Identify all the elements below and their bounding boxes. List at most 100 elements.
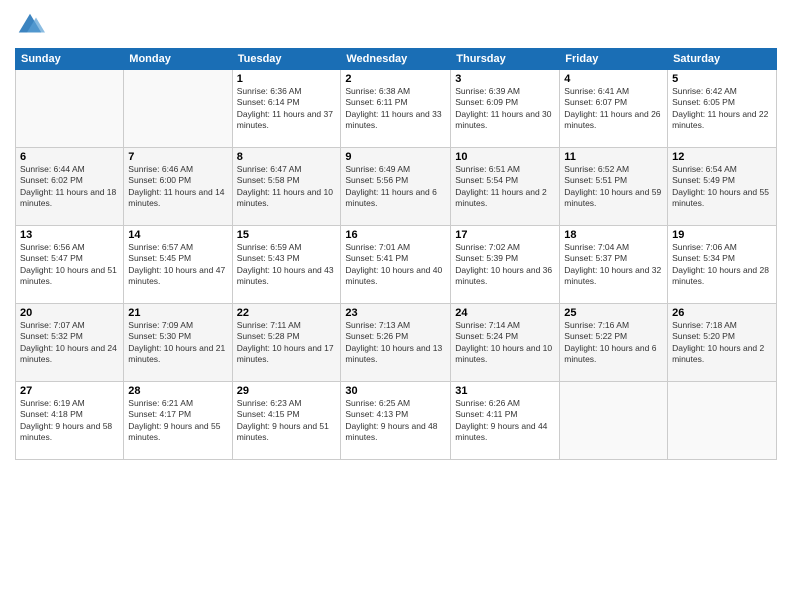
day-cell: 20Sunrise: 7:07 AM Sunset: 5:32 PM Dayli… (16, 304, 124, 382)
week-row-1: 1Sunrise: 6:36 AM Sunset: 6:14 PM Daylig… (16, 70, 777, 148)
day-info: Sunrise: 6:23 AM Sunset: 4:15 PM Dayligh… (237, 398, 337, 444)
week-row-4: 20Sunrise: 7:07 AM Sunset: 5:32 PM Dayli… (16, 304, 777, 382)
day-cell: 12Sunrise: 6:54 AM Sunset: 5:49 PM Dayli… (668, 148, 777, 226)
day-cell: 29Sunrise: 6:23 AM Sunset: 4:15 PM Dayli… (232, 382, 341, 460)
day-info: Sunrise: 6:59 AM Sunset: 5:43 PM Dayligh… (237, 242, 337, 288)
day-info: Sunrise: 7:16 AM Sunset: 5:22 PM Dayligh… (564, 320, 663, 366)
day-number: 14 (128, 229, 227, 241)
calendar-table: SundayMondayTuesdayWednesdayThursdayFrid… (15, 48, 777, 460)
day-cell (16, 70, 124, 148)
col-header-saturday: Saturday (668, 49, 777, 70)
day-number: 25 (564, 307, 663, 319)
col-header-sunday: Sunday (16, 49, 124, 70)
day-info: Sunrise: 6:51 AM Sunset: 5:54 PM Dayligh… (455, 164, 555, 210)
day-cell: 14Sunrise: 6:57 AM Sunset: 5:45 PM Dayli… (124, 226, 232, 304)
day-info: Sunrise: 7:18 AM Sunset: 5:20 PM Dayligh… (672, 320, 772, 366)
day-number: 15 (237, 229, 337, 241)
day-number: 9 (345, 151, 446, 163)
col-header-wednesday: Wednesday (341, 49, 451, 70)
day-info: Sunrise: 6:49 AM Sunset: 5:56 PM Dayligh… (345, 164, 446, 210)
header (15, 10, 777, 40)
day-info: Sunrise: 6:38 AM Sunset: 6:11 PM Dayligh… (345, 86, 446, 132)
day-info: Sunrise: 6:19 AM Sunset: 4:18 PM Dayligh… (20, 398, 119, 444)
logo (15, 10, 49, 40)
page: SundayMondayTuesdayWednesdayThursdayFrid… (0, 0, 792, 612)
day-number: 3 (455, 73, 555, 85)
day-cell: 18Sunrise: 7:04 AM Sunset: 5:37 PM Dayli… (560, 226, 668, 304)
day-number: 11 (564, 151, 663, 163)
day-info: Sunrise: 6:42 AM Sunset: 6:05 PM Dayligh… (672, 86, 772, 132)
header-row: SundayMondayTuesdayWednesdayThursdayFrid… (16, 49, 777, 70)
day-cell: 17Sunrise: 7:02 AM Sunset: 5:39 PM Dayli… (451, 226, 560, 304)
week-row-3: 13Sunrise: 6:56 AM Sunset: 5:47 PM Dayli… (16, 226, 777, 304)
day-info: Sunrise: 6:25 AM Sunset: 4:13 PM Dayligh… (345, 398, 446, 444)
day-number: 1 (237, 73, 337, 85)
day-cell: 21Sunrise: 7:09 AM Sunset: 5:30 PM Dayli… (124, 304, 232, 382)
day-info: Sunrise: 7:04 AM Sunset: 5:37 PM Dayligh… (564, 242, 663, 288)
day-cell: 15Sunrise: 6:59 AM Sunset: 5:43 PM Dayli… (232, 226, 341, 304)
col-header-tuesday: Tuesday (232, 49, 341, 70)
day-number: 30 (345, 385, 446, 397)
day-info: Sunrise: 7:01 AM Sunset: 5:41 PM Dayligh… (345, 242, 446, 288)
day-info: Sunrise: 6:26 AM Sunset: 4:11 PM Dayligh… (455, 398, 555, 444)
day-info: Sunrise: 7:09 AM Sunset: 5:30 PM Dayligh… (128, 320, 227, 366)
day-cell: 7Sunrise: 6:46 AM Sunset: 6:00 PM Daylig… (124, 148, 232, 226)
week-row-5: 27Sunrise: 6:19 AM Sunset: 4:18 PM Dayli… (16, 382, 777, 460)
day-number: 13 (20, 229, 119, 241)
day-info: Sunrise: 6:44 AM Sunset: 6:02 PM Dayligh… (20, 164, 119, 210)
day-info: Sunrise: 7:13 AM Sunset: 5:26 PM Dayligh… (345, 320, 446, 366)
day-number: 2 (345, 73, 446, 85)
day-number: 4 (564, 73, 663, 85)
day-cell: 13Sunrise: 6:56 AM Sunset: 5:47 PM Dayli… (16, 226, 124, 304)
day-number: 20 (20, 307, 119, 319)
day-cell: 19Sunrise: 7:06 AM Sunset: 5:34 PM Dayli… (668, 226, 777, 304)
day-number: 5 (672, 73, 772, 85)
day-number: 6 (20, 151, 119, 163)
day-cell: 25Sunrise: 7:16 AM Sunset: 5:22 PM Dayli… (560, 304, 668, 382)
day-cell: 26Sunrise: 7:18 AM Sunset: 5:20 PM Dayli… (668, 304, 777, 382)
day-cell: 28Sunrise: 6:21 AM Sunset: 4:17 PM Dayli… (124, 382, 232, 460)
day-cell: 6Sunrise: 6:44 AM Sunset: 6:02 PM Daylig… (16, 148, 124, 226)
day-cell: 22Sunrise: 7:11 AM Sunset: 5:28 PM Dayli… (232, 304, 341, 382)
day-info: Sunrise: 6:41 AM Sunset: 6:07 PM Dayligh… (564, 86, 663, 132)
day-number: 27 (20, 385, 119, 397)
day-info: Sunrise: 7:14 AM Sunset: 5:24 PM Dayligh… (455, 320, 555, 366)
day-number: 16 (345, 229, 446, 241)
day-cell: 16Sunrise: 7:01 AM Sunset: 5:41 PM Dayli… (341, 226, 451, 304)
day-number: 19 (672, 229, 772, 241)
day-cell: 3Sunrise: 6:39 AM Sunset: 6:09 PM Daylig… (451, 70, 560, 148)
day-info: Sunrise: 7:11 AM Sunset: 5:28 PM Dayligh… (237, 320, 337, 366)
day-cell: 1Sunrise: 6:36 AM Sunset: 6:14 PM Daylig… (232, 70, 341, 148)
day-number: 8 (237, 151, 337, 163)
day-cell: 11Sunrise: 6:52 AM Sunset: 5:51 PM Dayli… (560, 148, 668, 226)
day-number: 24 (455, 307, 555, 319)
col-header-monday: Monday (124, 49, 232, 70)
week-row-2: 6Sunrise: 6:44 AM Sunset: 6:02 PM Daylig… (16, 148, 777, 226)
day-number: 18 (564, 229, 663, 241)
day-cell (668, 382, 777, 460)
day-info: Sunrise: 7:07 AM Sunset: 5:32 PM Dayligh… (20, 320, 119, 366)
day-number: 23 (345, 307, 446, 319)
day-number: 12 (672, 151, 772, 163)
day-cell: 24Sunrise: 7:14 AM Sunset: 5:24 PM Dayli… (451, 304, 560, 382)
day-cell: 10Sunrise: 6:51 AM Sunset: 5:54 PM Dayli… (451, 148, 560, 226)
day-info: Sunrise: 6:56 AM Sunset: 5:47 PM Dayligh… (20, 242, 119, 288)
day-cell: 31Sunrise: 6:26 AM Sunset: 4:11 PM Dayli… (451, 382, 560, 460)
day-number: 17 (455, 229, 555, 241)
logo-icon (15, 10, 45, 40)
day-info: Sunrise: 6:54 AM Sunset: 5:49 PM Dayligh… (672, 164, 772, 210)
day-number: 10 (455, 151, 555, 163)
day-info: Sunrise: 6:46 AM Sunset: 6:00 PM Dayligh… (128, 164, 227, 210)
day-info: Sunrise: 6:39 AM Sunset: 6:09 PM Dayligh… (455, 86, 555, 132)
day-info: Sunrise: 6:21 AM Sunset: 4:17 PM Dayligh… (128, 398, 227, 444)
day-info: Sunrise: 7:06 AM Sunset: 5:34 PM Dayligh… (672, 242, 772, 288)
day-cell: 4Sunrise: 6:41 AM Sunset: 6:07 PM Daylig… (560, 70, 668, 148)
col-header-thursday: Thursday (451, 49, 560, 70)
day-number: 7 (128, 151, 227, 163)
day-cell: 30Sunrise: 6:25 AM Sunset: 4:13 PM Dayli… (341, 382, 451, 460)
day-number: 28 (128, 385, 227, 397)
day-number: 21 (128, 307, 227, 319)
day-cell: 8Sunrise: 6:47 AM Sunset: 5:58 PM Daylig… (232, 148, 341, 226)
day-cell: 9Sunrise: 6:49 AM Sunset: 5:56 PM Daylig… (341, 148, 451, 226)
day-cell: 23Sunrise: 7:13 AM Sunset: 5:26 PM Dayli… (341, 304, 451, 382)
